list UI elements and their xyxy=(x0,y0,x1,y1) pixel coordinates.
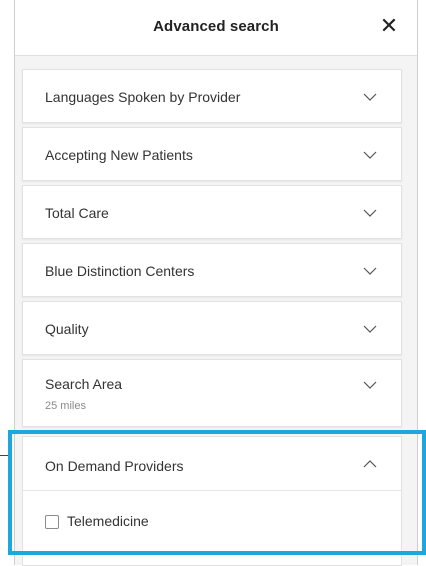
filter-label: On Demand Providers xyxy=(45,458,184,474)
chevron-down-icon xyxy=(363,325,377,333)
callout-pointer-line xyxy=(0,455,10,456)
chevron-down-icon xyxy=(363,93,377,101)
filter-blue-distinction-centers[interactable]: Blue Distinction Centers xyxy=(22,243,402,297)
filter-label: Languages Spoken by Provider xyxy=(45,89,241,105)
chevron-down-icon xyxy=(363,209,377,217)
filter-value: 25 miles xyxy=(45,400,86,412)
filter-quality[interactable]: Quality xyxy=(22,301,402,355)
page-title: Advanced search xyxy=(153,18,279,35)
filter-label: Blue Distinction Centers xyxy=(45,263,195,279)
filter-languages-spoken[interactable]: Languages Spoken by Provider xyxy=(22,69,402,123)
filter-label: Search Area xyxy=(45,376,123,392)
panel-header: Advanced search ✕ xyxy=(15,0,417,56)
chevron-up-icon xyxy=(363,460,377,468)
telemedicine-checkbox[interactable] xyxy=(45,515,59,529)
chevron-down-icon xyxy=(363,267,377,275)
close-button[interactable]: ✕ xyxy=(377,14,401,38)
chevron-down-icon xyxy=(363,381,377,389)
close-icon: ✕ xyxy=(379,13,399,38)
filter-on-demand-providers: On Demand Providers Telemedicine xyxy=(22,436,402,566)
filter-label: Accepting New Patients xyxy=(45,147,193,163)
filter-total-care[interactable]: Total Care xyxy=(22,185,402,239)
chevron-down-icon xyxy=(363,151,377,159)
filter-label: Quality xyxy=(45,321,89,337)
filter-search-area[interactable]: Search Area 25 miles xyxy=(22,359,402,427)
filter-header-on-demand-providers[interactable]: On Demand Providers xyxy=(23,437,401,491)
filter-accepting-new-patients[interactable]: Accepting New Patients xyxy=(22,127,402,181)
telemedicine-label[interactable]: Telemedicine xyxy=(67,513,149,529)
filter-label: Total Care xyxy=(45,205,109,221)
